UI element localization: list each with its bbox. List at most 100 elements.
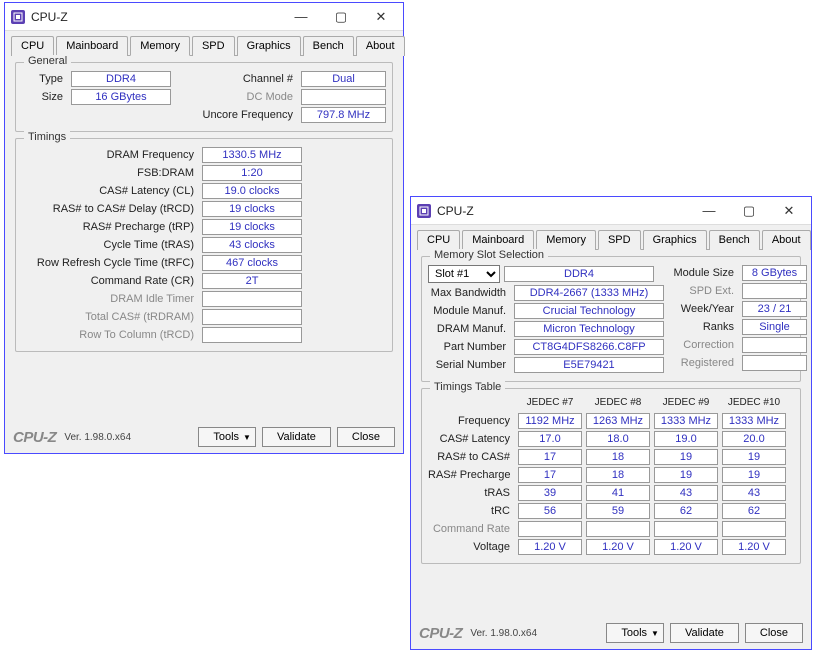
timing-value: [202, 327, 302, 343]
tab-content-memory: General TypeDDR4 Size16 GBytes Channel #…: [11, 55, 397, 419]
timing-value: 19 clocks: [202, 219, 302, 235]
ttable-value: 19: [722, 467, 786, 483]
footer: CPU-Z Ver. 1.98.0.x64 Tools▼ Validate Cl…: [5, 423, 403, 453]
ttable-value: [654, 521, 718, 537]
app-icon: [417, 204, 431, 218]
timing-value: 467 clocks: [202, 255, 302, 271]
cpuz-window-spd: CPU-Z — ▢ ✕ CPU Mainboard Memory SPD Gra…: [410, 196, 812, 650]
cpuz-window-memory: CPU-Z — ▢ ✕ CPU Mainboard Memory SPD Gra…: [4, 2, 404, 454]
app-icon: [11, 10, 25, 24]
weekyear-value: 23 / 21: [742, 301, 807, 317]
maximize-button[interactable]: ▢: [729, 198, 769, 224]
ttable-value: 1.20 V: [654, 539, 718, 555]
type-value: DDR4: [71, 71, 171, 87]
minimize-button[interactable]: —: [281, 4, 321, 30]
timing-label: Cycle Time (tRAS): [22, 239, 198, 251]
timing-value: 19 clocks: [202, 201, 302, 217]
tab-graphics[interactable]: Graphics: [643, 230, 707, 250]
drammanuf-value: Micron Technology: [514, 321, 664, 337]
close-button[interactable]: ✕: [769, 198, 809, 224]
tab-cpu[interactable]: CPU: [11, 36, 54, 56]
ttable-value: 19: [654, 467, 718, 483]
tab-bench[interactable]: Bench: [303, 36, 354, 56]
timing-label: Row Refresh Cycle Time (tRFC): [22, 257, 198, 269]
slot-type-value: DDR4: [504, 266, 654, 282]
timing-value: 43 clocks: [202, 237, 302, 253]
size-label: Size: [22, 91, 67, 103]
ttable-value: 20.0: [722, 431, 786, 447]
partnum-value: CT8G4DFS8266.C8FP: [514, 339, 664, 355]
registered-value: [742, 355, 807, 371]
general-group: General TypeDDR4 Size16 GBytes Channel #…: [15, 62, 393, 132]
ttable-value: 62: [654, 503, 718, 519]
channel-value: Dual: [301, 71, 386, 87]
titlebar[interactable]: CPU-Z — ▢ ✕: [5, 3, 403, 31]
ttable-value: 59: [586, 503, 650, 519]
spdext-value: [742, 283, 807, 299]
jedec-header: JEDEC #8: [586, 397, 650, 411]
tools-button[interactable]: Tools▼: [198, 427, 256, 447]
timing-value: [202, 309, 302, 325]
registered-label: Registered: [672, 357, 738, 369]
timing-label: Total CAS# (tRDRAM): [22, 311, 198, 323]
timings-group: Timings DRAM Frequency1330.5 MHzFSB:DRAM…: [15, 138, 393, 352]
timing-value: 1:20: [202, 165, 302, 181]
ttable-value: 19: [722, 449, 786, 465]
ranks-value: Single: [742, 319, 807, 335]
tab-memory[interactable]: Memory: [130, 36, 190, 56]
tab-spd[interactable]: SPD: [192, 36, 235, 56]
tab-cpu[interactable]: CPU: [417, 230, 460, 250]
validate-button[interactable]: Validate: [670, 623, 739, 643]
ttable-value: 43: [722, 485, 786, 501]
ttable-value: 41: [586, 485, 650, 501]
close-button[interactable]: ✕: [361, 4, 401, 30]
ttable-value: 18: [586, 467, 650, 483]
ttable-label: tRAS: [428, 487, 514, 499]
timing-label: DRAM Frequency: [22, 149, 198, 161]
serial-value: E5E79421: [514, 357, 664, 373]
timing-value: [202, 291, 302, 307]
maximize-button[interactable]: ▢: [321, 4, 361, 30]
ttable-value: 56: [518, 503, 582, 519]
tab-mainboard[interactable]: Mainboard: [56, 36, 128, 56]
tab-memory[interactable]: Memory: [536, 230, 596, 250]
ttable-value: 19.0: [654, 431, 718, 447]
titlebar[interactable]: CPU-Z — ▢ ✕: [411, 197, 811, 225]
partnum-label: Part Number: [428, 341, 510, 353]
ttable-value: 1192 MHz: [518, 413, 582, 429]
ttable-value: 1.20 V: [518, 539, 582, 555]
ttable-value: [722, 521, 786, 537]
ranks-label: Ranks: [672, 321, 738, 333]
tools-button[interactable]: Tools▼: [606, 623, 664, 643]
size-value: 16 GBytes: [71, 89, 171, 105]
jedec-header: JEDEC #7: [518, 397, 582, 411]
ttable-value: 17: [518, 449, 582, 465]
close-button-footer[interactable]: Close: [337, 427, 395, 447]
drammanuf-label: DRAM Manuf.: [428, 323, 510, 335]
tab-about[interactable]: About: [356, 36, 405, 56]
uncore-label: Uncore Frequency: [192, 109, 297, 121]
footer: CPU-Z Ver. 1.98.0.x64 Tools▼ Validate Cl…: [411, 619, 811, 649]
tab-mainboard[interactable]: Mainboard: [462, 230, 534, 250]
ttable-value: 1.20 V: [722, 539, 786, 555]
serial-label: Serial Number: [428, 359, 510, 371]
tab-about[interactable]: About: [762, 230, 811, 250]
minimize-button[interactable]: —: [689, 198, 729, 224]
tab-spd[interactable]: SPD: [598, 230, 641, 250]
ttable-value: 1333 MHz: [654, 413, 718, 429]
dcmode-value: [301, 89, 386, 105]
timing-label: Command Rate (CR): [22, 275, 198, 287]
slot-selection-group: Memory Slot Selection Slot #1 DDR4 Max B…: [421, 256, 801, 382]
slot-select[interactable]: Slot #1: [428, 265, 500, 283]
close-button-footer[interactable]: Close: [745, 623, 803, 643]
ttable-value: 18: [586, 449, 650, 465]
ttable-label: tRC: [428, 505, 514, 517]
chevron-down-icon: ▼: [651, 626, 659, 641]
tab-bench[interactable]: Bench: [709, 230, 760, 250]
validate-button[interactable]: Validate: [262, 427, 331, 447]
ttable-value: [518, 521, 582, 537]
timing-label: RAS# Precharge (tRP): [22, 221, 198, 233]
window-title: CPU-Z: [437, 204, 689, 218]
jedec-header: JEDEC #10: [722, 397, 786, 411]
tab-graphics[interactable]: Graphics: [237, 36, 301, 56]
